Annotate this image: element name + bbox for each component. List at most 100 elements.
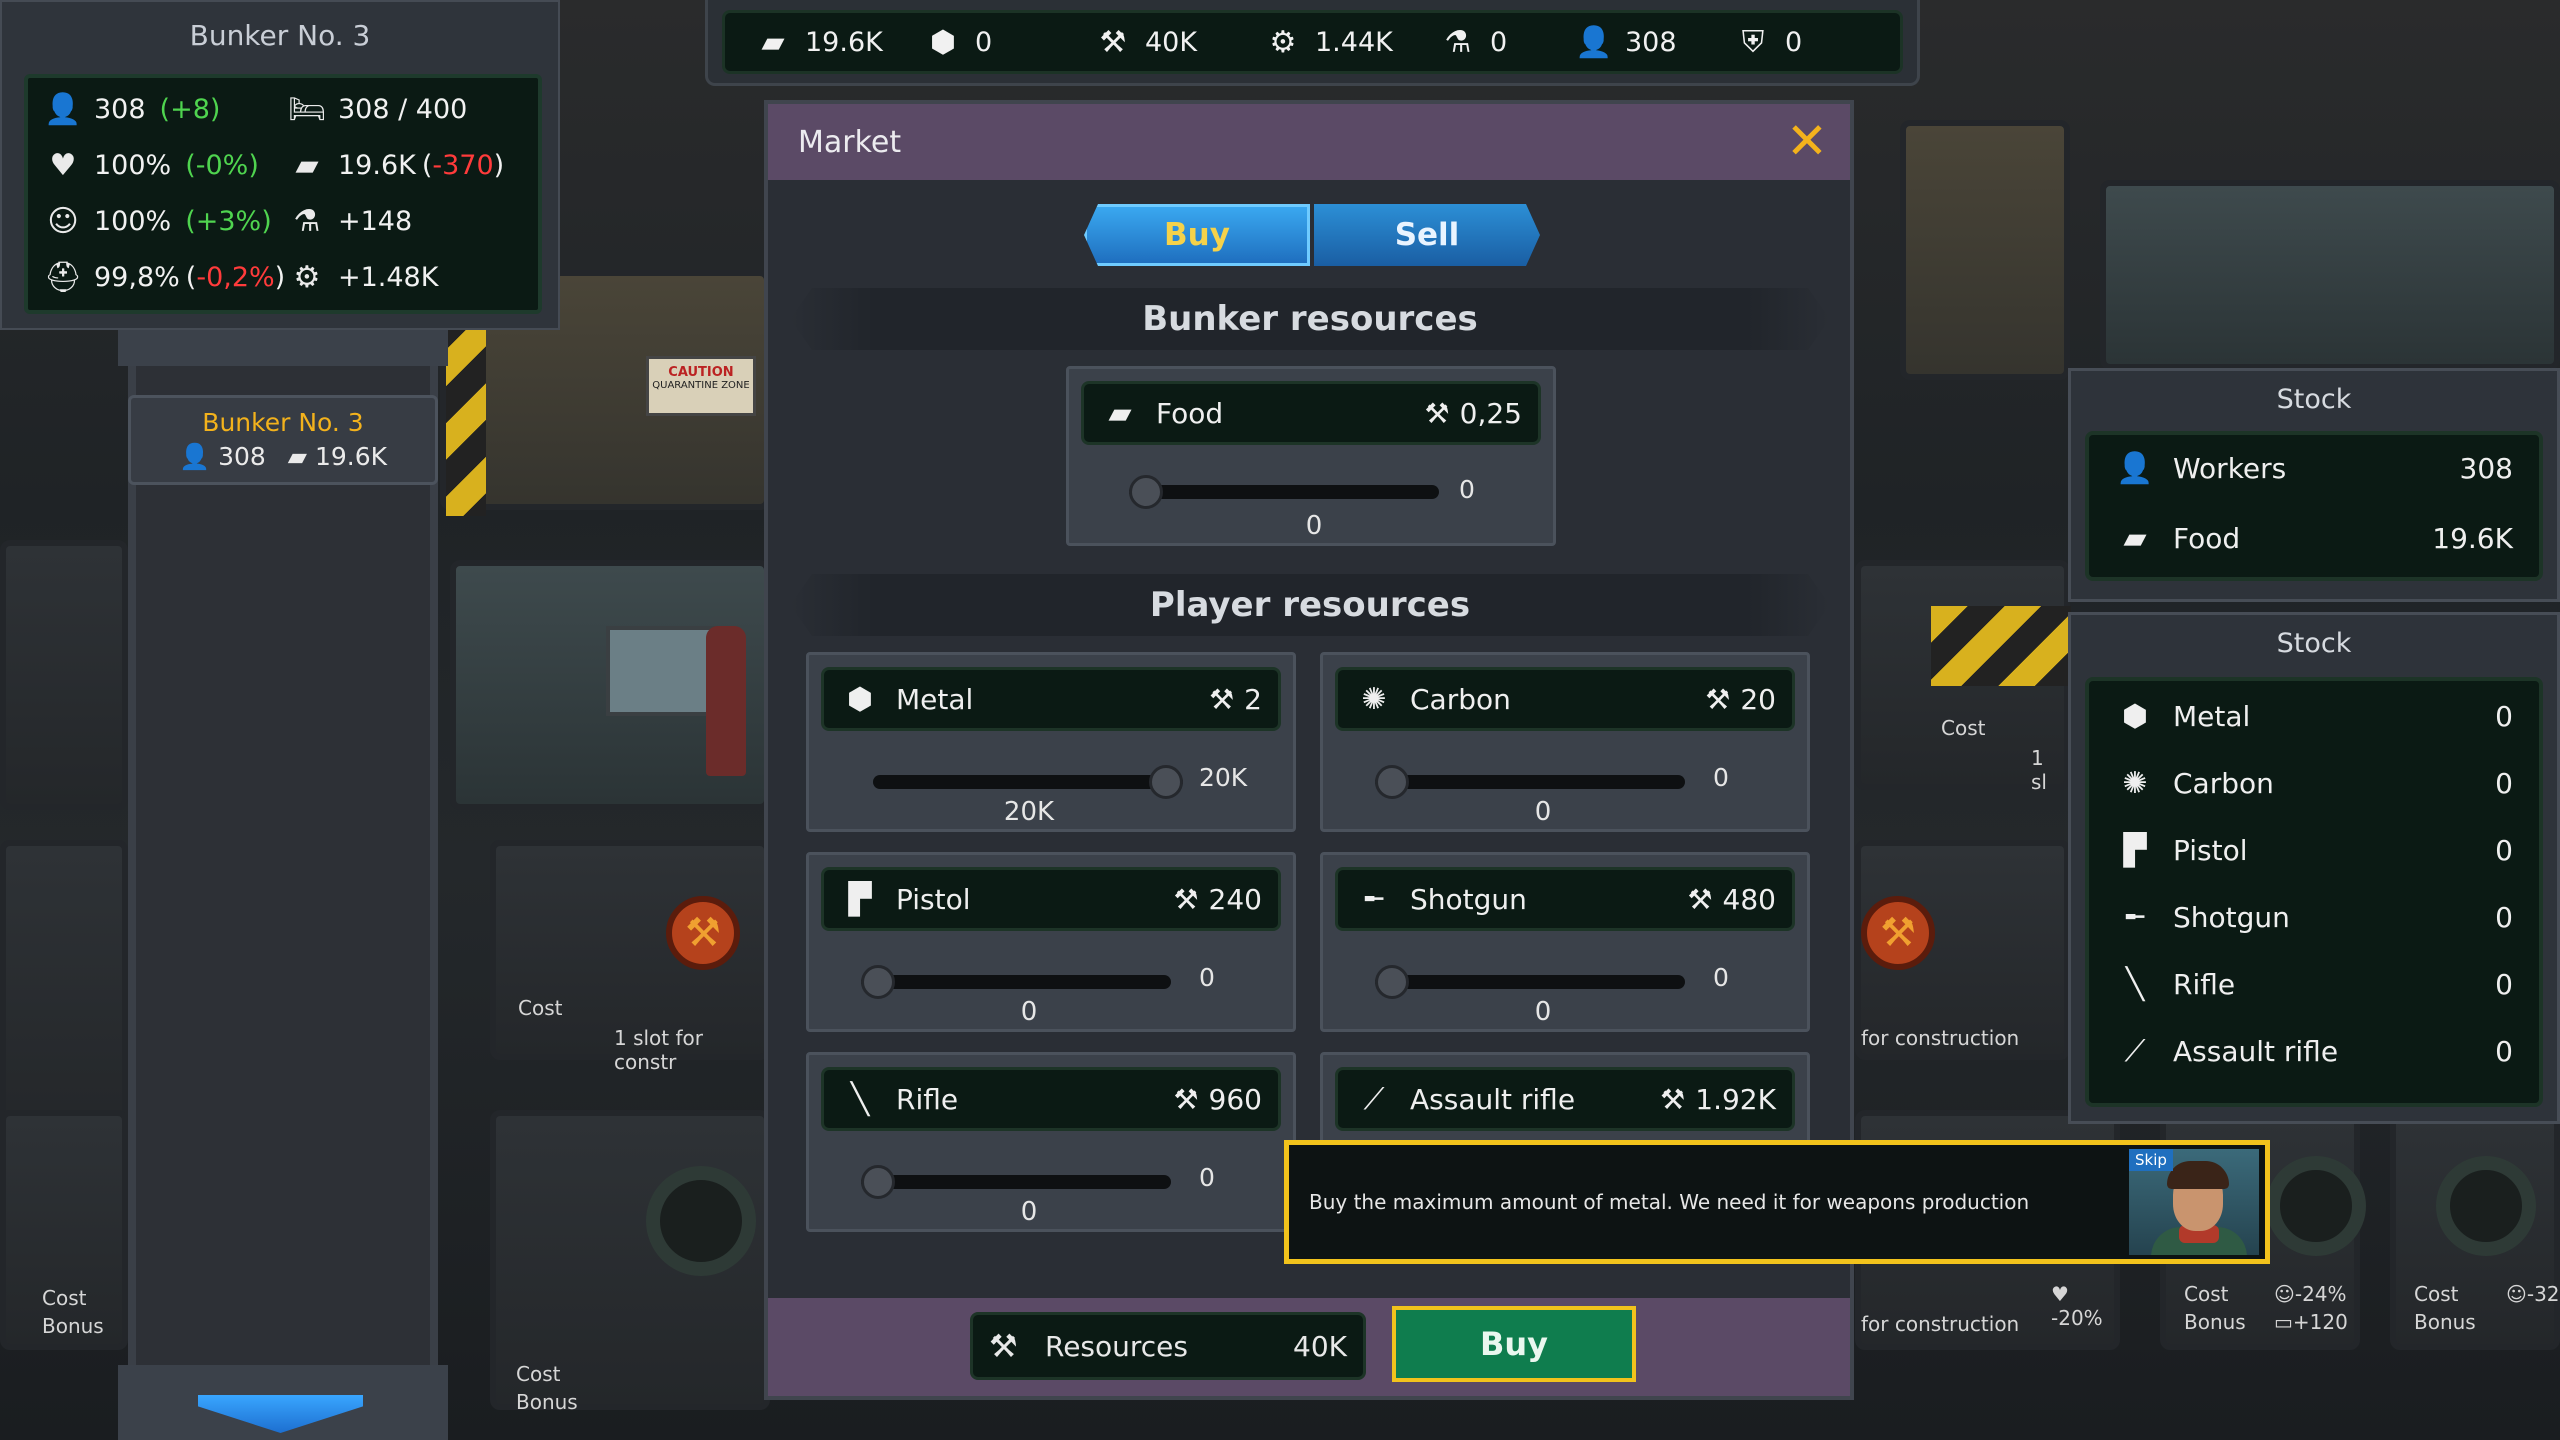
paren-close: ): [493, 149, 505, 181]
pistol-icon: ▛: [2123, 833, 2147, 868]
stairs-room: [1900, 120, 2070, 380]
topbar-workers-value: 308: [1625, 26, 1677, 58]
close-icon[interactable]: ✕: [1784, 116, 1830, 166]
market-item-name: Carbon: [1410, 682, 1511, 716]
stat-workers-delta: (+8): [159, 93, 221, 125]
bonus-label: Bonus: [42, 1314, 104, 1338]
stat-food-delta: -370: [432, 149, 494, 181]
worker-figure: [706, 626, 746, 776]
tab-buy[interactable]: Buy: [1084, 204, 1310, 266]
bonus-label: Bonus: [2184, 1310, 2246, 1334]
for-construction-label: for construction: [1861, 1026, 2020, 1050]
quantity-amount: 0: [1534, 997, 1552, 1027]
cost-label: Cost: [2414, 1282, 2459, 1306]
market-item-price-value: 2: [1244, 682, 1262, 716]
stock-row-value: 0: [2495, 1035, 2513, 1068]
advisor-portrait: Skip: [2129, 1149, 2259, 1255]
smile-icon: ☺: [47, 203, 79, 239]
food-can-icon: ▰: [287, 442, 308, 471]
shield-icon: ⛨: [1741, 24, 1765, 60]
slider-knob[interactable]: [1129, 475, 1163, 509]
slider-knob[interactable]: [1375, 765, 1409, 799]
top-resource-bar: ▰ 19.6K ⬢ 0 ⚒ 40K ⚙ 1.44K ⚗ 0 👤 308 ⛨ 0: [705, 0, 1920, 86]
market-header: Market ✕: [768, 104, 1850, 180]
topbar-food-value: 19.6K: [805, 26, 883, 58]
stock-title: Stock: [2276, 383, 2352, 415]
market-item-pistol: ▛ Pistol ⚒ 240 0 0: [806, 852, 1296, 1032]
market-item-head: ╾ Shotgun ⚒ 480: [1335, 867, 1795, 931]
buy-button-label: Buy: [1479, 1325, 1549, 1363]
market-item-name: Assault rifle: [1410, 1082, 1576, 1116]
market-item-name: Metal: [896, 682, 974, 716]
stat-gears-value: +1.48K: [338, 261, 439, 293]
market-item-price: ⚒ 960: [1173, 1083, 1262, 1116]
resources-total-value: 40K: [1293, 1329, 1347, 1363]
bunker-stats-panel: Bunker No. 3 👤 308 (+8) 🛏 308 / 400 ♥ 10…: [0, 0, 560, 330]
stock-row-name: Assault rifle: [2173, 1035, 2339, 1068]
stock-title: Stock: [2276, 627, 2352, 659]
topbar-metal: ⬢ 0: [925, 25, 992, 60]
stat-food: ▰ 19.6K (-370): [290, 148, 505, 183]
buy-button[interactable]: Buy: [1392, 1306, 1636, 1382]
cost-label: Cost: [42, 1286, 87, 1310]
slider-value: 0: [1713, 763, 1729, 792]
quantity-slider[interactable]: [1375, 965, 1685, 999]
stat-health: ♥ 100% (-0%): [46, 148, 259, 183]
stock-row-shotgun: ╾ Shotgun 0: [2115, 900, 2513, 935]
stock-list: ⬢ Metal 0 ✺ Carbon 0 ▛ Pistol 0 ╾ Shotgu…: [2085, 677, 2543, 1107]
assault-rifle-icon: ⟋: [1363, 1081, 1385, 1117]
stat-health-delta: (-0%): [185, 149, 259, 181]
slider-value: 0: [1459, 475, 1475, 504]
slider-knob[interactable]: [1149, 765, 1183, 799]
slider-knob[interactable]: [861, 1165, 895, 1199]
skip-button[interactable]: Skip: [2129, 1149, 2173, 1171]
cost-label: Cost: [1941, 716, 1986, 740]
quantity-amount: 0: [1020, 1197, 1038, 1227]
caution-sign-text: QUARANTINE ZONE: [652, 380, 750, 391]
stock-row-pistol: ▛ Pistol 0: [2115, 833, 2513, 868]
stock-list: 👤 Workers 308 ▰ Food 19.6K: [2085, 431, 2543, 581]
stock-row-name: Rifle: [2173, 968, 2236, 1001]
flask-icon: ⚗: [293, 203, 321, 239]
person-icon: 👤: [2116, 451, 2154, 486]
stock-row-value: 0: [2495, 767, 2513, 800]
stat-happiness-value: 100%: [94, 205, 172, 237]
stock-row-value: 0: [2495, 968, 2513, 1001]
stat-happiness-delta: (+3%): [185, 205, 272, 237]
market-item-price-value: 0,25: [1459, 396, 1522, 430]
bunker-tag-stats: 👤 308 ▰ 19.6K: [131, 442, 435, 472]
slider-knob[interactable]: [861, 965, 895, 999]
construction-hammer-icon[interactable]: ⚒: [666, 896, 740, 970]
hammer-wrench-icon: ⚒: [1099, 24, 1127, 60]
top-right-room: [2100, 180, 2560, 370]
elevator-shaft: [128, 330, 438, 1440]
market-item-head: ⬢ Metal ⚒ 2: [821, 667, 1281, 731]
bunker-selector-tag[interactable]: Bunker No. 3 👤 308 ▰ 19.6K: [128, 395, 438, 485]
paren-close: ): [274, 261, 286, 293]
market-item-rifle: ╲ Rifle ⚒ 960 0 0: [806, 1052, 1296, 1232]
bunker-tag-food: ▰ 19.6K: [288, 442, 387, 472]
topbar-defense: ⛨ 0: [1735, 25, 1802, 60]
quantity-slider[interactable]: [861, 965, 1171, 999]
slider-knob[interactable]: [1375, 965, 1409, 999]
construction-slot-left[interactable]: ⚒ Cost 1 slot for constr: [490, 840, 770, 1074]
quantity-slider[interactable]: [1375, 765, 1685, 799]
happiness-bonus-value: -24%: [2294, 1282, 2347, 1306]
quantity-slider[interactable]: [1129, 475, 1439, 509]
market-item-price-value: 960: [1208, 1082, 1262, 1116]
construction-slot-right[interactable]: ⚒ for construction: [1855, 840, 2070, 1060]
stock-row-value: 0: [2495, 901, 2513, 934]
metal-nut-icon: ⬢: [929, 24, 957, 60]
left-edge-room-3: Cost Bonus: [0, 1110, 128, 1350]
happiness-bonus: ☺-32: [2506, 1282, 2560, 1306]
quantity-slider[interactable]: [873, 765, 1183, 799]
gear-icon: ⚙: [1269, 24, 1297, 60]
tab-sell[interactable]: Sell: [1314, 204, 1540, 266]
paren-open: (: [421, 149, 433, 181]
construction-hammer-icon[interactable]: ⚒: [1861, 896, 1935, 970]
shotgun-icon: ╾: [2125, 900, 2145, 935]
slot-right-3: Cost Bonus ☺-32: [2390, 1110, 2560, 1350]
quantity-slider[interactable]: [861, 1165, 1171, 1199]
top-resource-bar-inner: ▰ 19.6K ⬢ 0 ⚒ 40K ⚙ 1.44K ⚗ 0 👤 308 ⛨ 0: [722, 10, 1903, 74]
topbar-science-value: 0: [1490, 26, 1508, 58]
